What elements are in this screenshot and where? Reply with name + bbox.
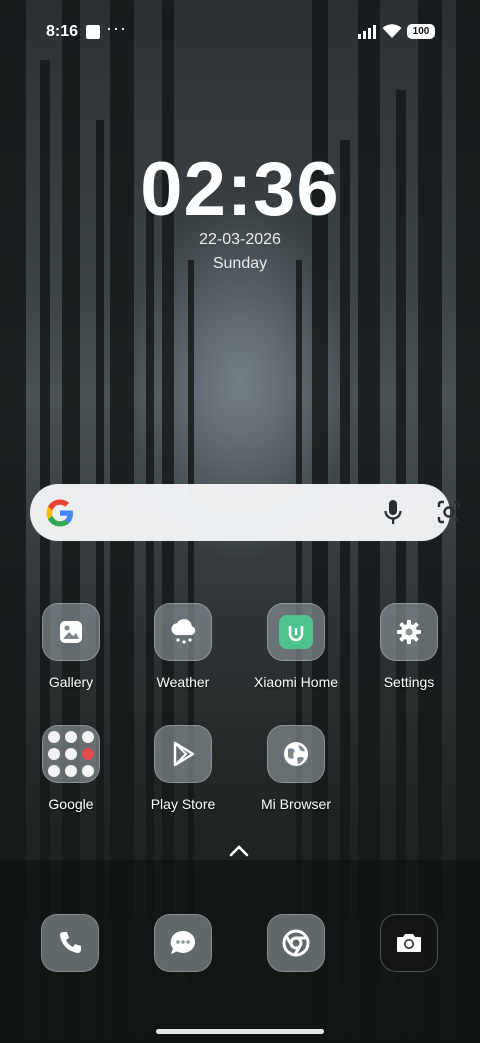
- google-search-bar[interactable]: [30, 484, 461, 541]
- app-xiaomi-home[interactable]: Xiaomi Home: [241, 603, 351, 690]
- square-notification-icon: [86, 25, 100, 39]
- play-store-icon: [154, 725, 212, 783]
- xiaomi-home-icon: [267, 603, 325, 661]
- google-lens-icon[interactable]: [436, 499, 462, 525]
- app-label: Gallery: [48, 674, 94, 690]
- overflow-dots-icon: ···: [106, 18, 127, 38]
- weather-icon: [154, 603, 212, 661]
- phone-icon: [60, 932, 81, 953]
- google-logo-icon: [46, 499, 73, 527]
- messages-icon: [170, 930, 196, 954]
- app-settings[interactable]: Settings: [354, 603, 464, 690]
- app-label: Google: [48, 796, 94, 812]
- app-label: Settings: [383, 674, 435, 690]
- globe-icon: [267, 725, 325, 783]
- app-gallery[interactable]: Gallery: [16, 603, 126, 690]
- app-weather[interactable]: Weather: [128, 603, 238, 690]
- dock-camera[interactable]: [380, 914, 438, 972]
- wifi-icon: [382, 24, 402, 38]
- clock-date: 22-03-2026: [199, 231, 281, 248]
- gallery-icon: [42, 603, 100, 661]
- chevron-up-icon[interactable]: [228, 843, 250, 859]
- home-indicator[interactable]: [156, 1029, 324, 1034]
- gear-icon: [380, 603, 438, 661]
- app-label: Xiaomi Home: [253, 674, 339, 690]
- clock-time[interactable]: 02:36: [0, 146, 480, 233]
- dock-phone[interactable]: [41, 914, 99, 972]
- app-label: Mi Browser: [260, 796, 331, 812]
- clock-day: Sunday: [212, 255, 268, 272]
- battery-icon: 100: [407, 24, 435, 39]
- status-bar: 8:16 ··· 100: [0, 18, 480, 48]
- camera-icon: [397, 934, 421, 952]
- signal-icon: [358, 25, 376, 39]
- app-label: Weather: [156, 674, 210, 690]
- app-folder-google[interactable]: Google: [16, 725, 126, 812]
- app-mi-browser[interactable]: Mi Browser: [241, 725, 351, 812]
- app-play-store[interactable]: Play Store: [128, 725, 238, 812]
- folder-icon: [42, 725, 100, 783]
- status-time: 8:16: [46, 23, 79, 40]
- dock-messages[interactable]: [154, 914, 212, 972]
- microphone-icon[interactable]: [383, 499, 403, 525]
- dock-chrome[interactable]: [267, 914, 325, 972]
- chrome-icon: [282, 929, 310, 957]
- app-label: Play Store: [150, 796, 216, 812]
